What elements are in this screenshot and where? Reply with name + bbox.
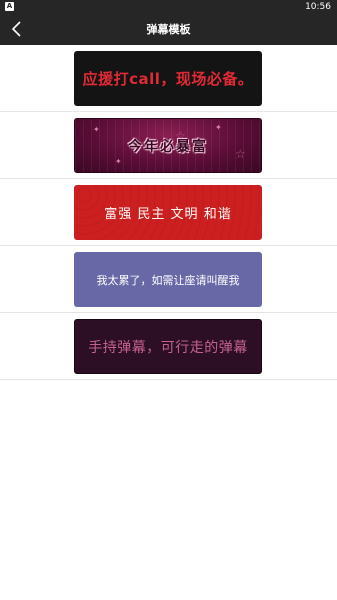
template-card-fortune[interactable]: ✦ ☆ ☆ ✦ ✦ 今年必暴富 xyxy=(74,118,262,173)
template-card-tired[interactable]: 我太累了，如需让座请叫醒我 xyxy=(74,252,262,307)
star-icon: ✦ xyxy=(93,125,100,134)
template-row: 富强 民主 文明 和谐 xyxy=(0,179,337,246)
template-row: 应援打call，现场必备。 xyxy=(0,45,337,112)
status-bar: A 10:56 xyxy=(0,0,337,14)
page-title: 弹幕模板 xyxy=(146,23,191,36)
template-text: 富强 民主 文明 和谐 xyxy=(104,207,232,222)
top-navigation-bar: 弹幕模板 xyxy=(0,14,337,45)
template-row: 手持弹幕，可行走的弹幕 xyxy=(0,313,337,380)
template-card-values[interactable]: 富强 民主 文明 和谐 xyxy=(74,185,262,240)
template-row: 我太累了，如需让座请叫醒我 xyxy=(0,246,337,313)
template-card-walking[interactable]: 手持弹幕，可行走的弹幕 xyxy=(74,319,262,374)
template-text: 手持弹幕，可行走的弹幕 xyxy=(88,339,248,356)
template-text: 我太累了，如需让座请叫醒我 xyxy=(96,273,240,287)
template-text: 今年必暴富 xyxy=(128,138,208,155)
star-icon: ✦ xyxy=(215,123,222,132)
template-card-cheer[interactable]: 应援打call，现场必备。 xyxy=(74,51,262,106)
template-text: 应援打call，现场必备。 xyxy=(82,70,254,88)
app-notification-icon: A xyxy=(5,2,14,11)
status-time: 10:56 xyxy=(305,2,331,12)
template-list: 应援打call，现场必备。 ✦ ☆ ☆ ✦ ✦ 今年必暴富 富强 民主 文明 和… xyxy=(0,45,337,380)
template-row: ✦ ☆ ☆ ✦ ✦ 今年必暴富 xyxy=(0,112,337,179)
star-icon: ✦ xyxy=(115,157,122,166)
star-icon: ☆ xyxy=(235,147,246,161)
